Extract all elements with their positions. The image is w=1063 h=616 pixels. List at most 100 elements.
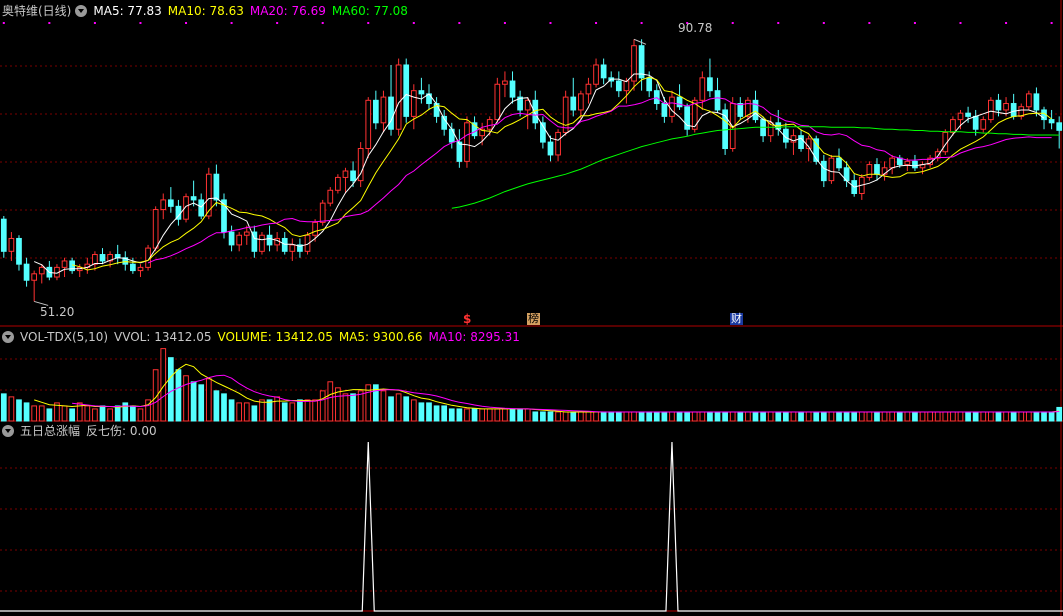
volume-bar	[798, 411, 804, 422]
event-marker-dollar[interactable]: $	[463, 312, 471, 326]
volume-bar	[1018, 411, 1025, 422]
volume-bar	[221, 393, 227, 422]
chart-canvas[interactable]	[0, 0, 1063, 616]
volume-bar	[919, 411, 926, 422]
candlestick	[577, 93, 584, 111]
candlestick	[137, 266, 144, 272]
candlestick	[372, 99, 379, 124]
candlestick	[259, 234, 265, 252]
volume-bar	[289, 402, 296, 422]
volume-bar	[8, 396, 15, 422]
volume-bar	[1048, 411, 1055, 422]
event-dot	[549, 22, 552, 24]
candlestick	[198, 199, 205, 217]
ma10-label: MA10: 78.63	[167, 4, 244, 18]
volume-bar	[722, 411, 728, 422]
vol-title: VOL-TDX(5,10)	[20, 330, 109, 344]
candlestick	[615, 80, 622, 92]
candlestick	[0, 218, 7, 252]
event-marker-cai[interactable]: 财	[730, 313, 743, 325]
volume-bar	[828, 411, 835, 422]
indicator-panel-header: 五日总涨幅 反七伤: 0.00	[2, 423, 163, 439]
volume-bar	[502, 408, 508, 422]
volume-bar	[403, 396, 410, 422]
candlestick	[23, 263, 30, 281]
candlestick	[904, 160, 911, 166]
ma5-label: MA5: 77.83	[93, 4, 162, 18]
candlestick	[281, 237, 288, 252]
event-marker-bang[interactable]: 榜	[527, 313, 540, 325]
volume-bar	[304, 399, 311, 422]
volume-bar	[615, 411, 622, 422]
candlestick	[661, 103, 668, 117]
volume-bar	[1033, 411, 1040, 422]
candlestick	[912, 160, 918, 169]
candlestick	[509, 80, 516, 98]
event-dot	[2, 22, 5, 24]
volume-bar	[790, 411, 797, 422]
candlestick	[8, 237, 15, 252]
volume-bar	[737, 411, 744, 422]
volume-bar	[350, 393, 356, 422]
volume-bar	[418, 402, 425, 422]
volume-bar	[623, 411, 630, 422]
candlestick	[737, 103, 744, 117]
candlestick	[494, 83, 501, 121]
volume-bar	[479, 408, 486, 422]
volume-bar	[107, 408, 113, 422]
candlestick	[585, 83, 592, 95]
volume-bar	[904, 411, 911, 422]
volume-bar	[707, 411, 713, 422]
candlestick	[570, 96, 577, 111]
volume-bar	[266, 399, 273, 422]
volume-bar	[464, 408, 470, 422]
candlestick	[714, 90, 721, 111]
volume-bar	[600, 411, 607, 422]
candlestick	[289, 244, 296, 252]
volume-bar	[805, 411, 812, 422]
volume-bar	[767, 411, 774, 422]
volume-bar	[16, 399, 22, 422]
event-dot	[1005, 22, 1008, 24]
candlestick	[418, 90, 425, 95]
event-dot	[595, 22, 598, 24]
candlestick	[266, 234, 273, 246]
volume-bar	[547, 411, 554, 422]
volume-bar	[167, 357, 174, 422]
event-dot	[731, 22, 734, 24]
volume-bar	[699, 411, 706, 422]
volume-label: VOLUME: 13412.05	[217, 330, 333, 344]
volume-bar	[858, 411, 865, 422]
volume-bar	[259, 399, 265, 422]
high-price-label: 90.78	[678, 21, 713, 35]
volume-bar	[274, 396, 280, 422]
volume-bar	[661, 411, 668, 422]
candlestick	[820, 160, 827, 182]
candlestick	[547, 141, 554, 156]
volume-bar	[114, 405, 121, 422]
event-dot	[48, 22, 51, 24]
volume-bar	[851, 411, 858, 422]
chevron-down-icon[interactable]	[75, 5, 88, 17]
vol-ma10-label: MA10: 8295.31	[428, 330, 520, 344]
candlestick	[653, 90, 660, 105]
chevron-down-icon[interactable]	[2, 425, 14, 437]
event-dot	[959, 22, 962, 24]
volume-bar	[388, 396, 394, 422]
indicator-line	[0, 441, 1063, 612]
candlestick	[889, 157, 896, 169]
candlestick	[61, 260, 68, 268]
volume-bar	[441, 405, 448, 422]
chevron-down-icon[interactable]	[2, 331, 14, 343]
candlestick	[836, 157, 842, 169]
candlestick	[676, 96, 683, 108]
event-dot	[412, 22, 415, 24]
volume-bar	[410, 399, 417, 422]
event-dot	[503, 22, 506, 24]
candlestick	[31, 273, 38, 281]
volume-bar	[297, 399, 303, 422]
candlestick	[350, 170, 356, 182]
volume-bar	[494, 408, 501, 422]
candlestick	[623, 80, 630, 92]
volume-bar	[448, 408, 455, 422]
